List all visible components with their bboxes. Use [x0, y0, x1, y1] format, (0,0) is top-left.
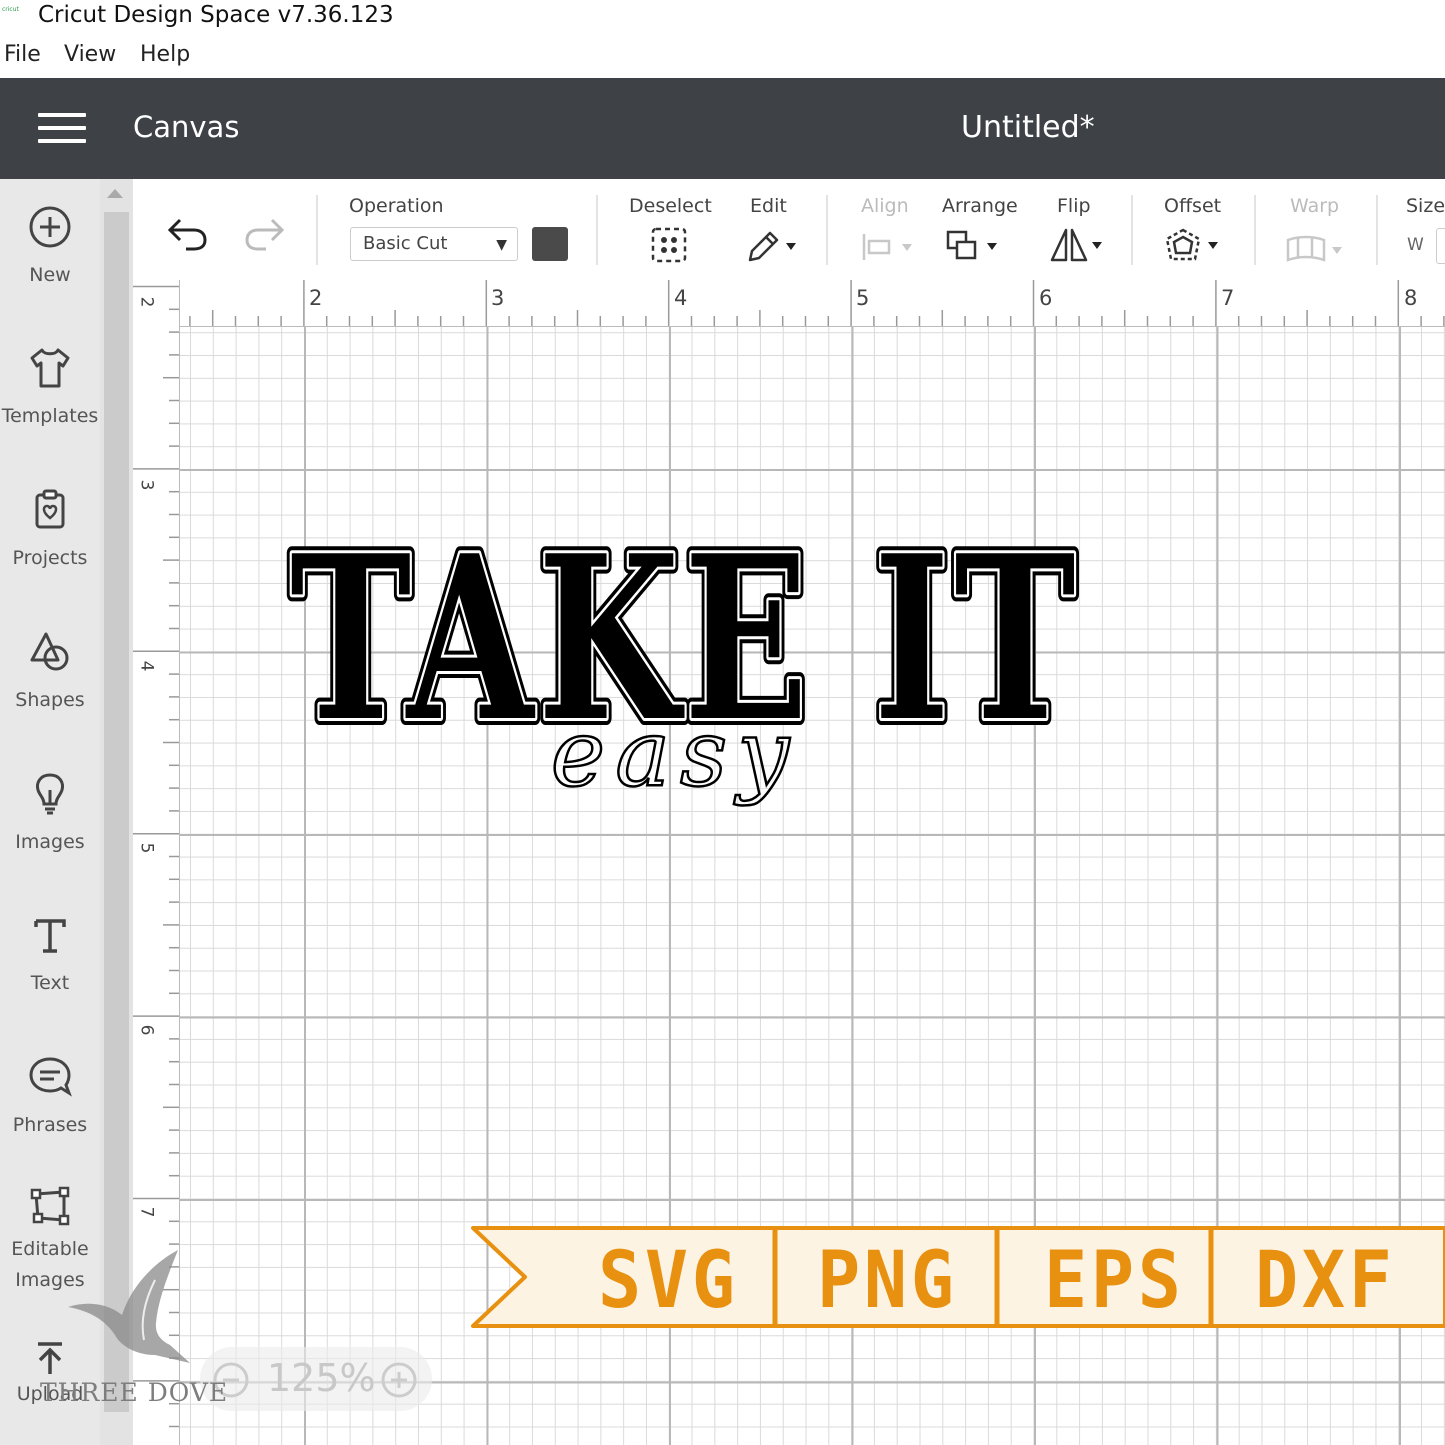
align-label: Align: [861, 195, 909, 217]
sidebar-item-images[interactable]: Images: [0, 772, 100, 858]
sidebar-item-label: Phrases: [12, 1114, 88, 1136]
app-title: Cricut Design Space v7.36.123: [38, 2, 394, 28]
toolbar-divider: [1131, 195, 1133, 265]
size-label: Size: [1406, 195, 1445, 217]
toolbar-divider: [316, 195, 318, 265]
sidebar-item-label: Text: [30, 972, 70, 994]
toolbar-divider: [1254, 195, 1256, 265]
ruler-number: 6: [136, 1024, 157, 1036]
ruler-number: 4: [136, 660, 157, 672]
sidebar-item-label: Images: [15, 831, 85, 853]
warp-label: Warp: [1290, 195, 1340, 217]
operation-select[interactable]: Basic Cut ▼: [350, 227, 518, 261]
sidebar-item-label: Projects: [12, 547, 88, 569]
warp-icon[interactable]: [1284, 232, 1350, 266]
sidebar-item-label: New: [29, 264, 71, 286]
deselect-icon[interactable]: [650, 226, 688, 264]
speech-bubble-icon: [29, 1057, 72, 1097]
offset-label: Offset: [1164, 195, 1222, 217]
ruler-number: 7: [1221, 286, 1235, 310]
toolbar-divider: [1376, 195, 1378, 265]
undo-icon[interactable]: [166, 214, 210, 254]
menu-file[interactable]: File: [4, 42, 41, 67]
menu-help[interactable]: Help: [140, 42, 190, 67]
scroll-up-arrow-icon[interactable]: [107, 189, 123, 198]
ruler-number: 8: [1404, 286, 1418, 310]
document-title[interactable]: Untitled*: [961, 110, 1095, 145]
operation-color-swatch[interactable]: [532, 227, 568, 261]
ruler-number: 3: [136, 479, 157, 491]
size-width-label: W: [1407, 235, 1424, 255]
watermark-text: THREE DOVE: [40, 1378, 229, 1407]
deselect-label: Deselect: [629, 195, 712, 217]
edit-pencil-icon[interactable]: [744, 227, 802, 265]
toolbar-divider: [826, 195, 828, 265]
app-logo-icon: cricut: [2, 6, 19, 13]
ruler-number: 4: [674, 286, 688, 310]
sidebar-item-label: Templates: [1, 405, 99, 427]
ruler-number: 2: [136, 296, 157, 308]
zoom-in-icon[interactable]: [380, 1361, 418, 1399]
text-icon: [34, 919, 66, 953]
ruler-number: 7: [136, 1206, 157, 1218]
format-dxf: DXF: [1255, 1236, 1396, 1326]
ruler-number: 5: [136, 842, 157, 854]
ruler-number: 2: [309, 286, 323, 310]
offset-icon[interactable]: [1164, 227, 1224, 265]
format-png: PNG: [817, 1236, 958, 1326]
arrange-label: Arrange: [942, 195, 1018, 217]
ruler-number: 6: [1039, 286, 1053, 310]
flip-label: Flip: [1057, 195, 1091, 217]
ruler-number: 3: [491, 286, 505, 310]
align-icon[interactable]: [860, 230, 918, 264]
sidebar-item-label: Shapes: [15, 689, 85, 711]
sidebar-item-templates[interactable]: Templates: [0, 346, 100, 432]
ruler-ticks: [143, 280, 1445, 326]
format-eps: EPS: [1044, 1236, 1185, 1326]
operation-select-value: Basic Cut: [363, 233, 448, 254]
menubar: File View Help: [0, 40, 1445, 76]
project-icon: [35, 489, 65, 529]
sidebar-item-projects[interactable]: Projects: [0, 488, 100, 574]
sidebar-item-new[interactable]: New: [0, 205, 100, 291]
section-title: Canvas: [133, 110, 240, 144]
horizontal-ruler: 2 3 4 5 6 7 8: [133, 280, 1445, 327]
shapes-icon: [30, 632, 69, 671]
sidebar-scroll-thumb[interactable]: [104, 212, 129, 1412]
hamburger-menu-icon[interactable]: [38, 113, 86, 145]
edit-label: Edit: [750, 195, 787, 217]
size-width-input[interactable]: [1436, 228, 1445, 264]
design-artwork[interactable]: TAKE IT TAKE IT TAKE IT easy: [280, 480, 1100, 840]
dove-logo-icon: [68, 1250, 190, 1363]
chevron-down-icon: ▼: [496, 237, 507, 253]
redo-icon[interactable]: [242, 214, 286, 254]
zoom-value: 125%: [267, 1356, 376, 1400]
menu-view[interactable]: View: [64, 42, 116, 67]
script-text[interactable]: easy: [550, 699, 799, 809]
toolbar-divider: [596, 195, 598, 265]
operation-label: Operation: [349, 195, 444, 217]
plus-circle-icon: [29, 206, 71, 248]
lightbulb-icon: [36, 773, 64, 815]
ruler-number: 5: [856, 286, 870, 310]
flip-icon[interactable]: [1048, 226, 1108, 264]
sidebar-item-text[interactable]: Text: [0, 913, 100, 999]
tshirt-icon: [30, 348, 70, 388]
format-svg: SVG: [598, 1236, 739, 1326]
arrange-icon[interactable]: [944, 228, 1004, 264]
sidebar-item-shapes[interactable]: Shapes: [0, 630, 100, 716]
sidebar-item-phrases[interactable]: Phrases: [0, 1055, 100, 1141]
editable-images-icon: [30, 1186, 70, 1226]
